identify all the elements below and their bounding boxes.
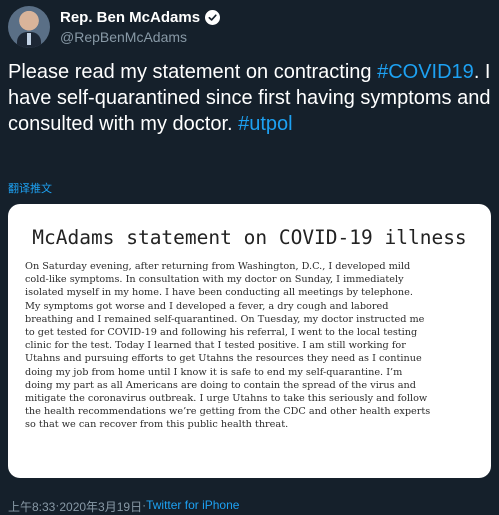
tweet-header: Rep. Ben McAdams @RepBenMcAdams bbox=[8, 6, 488, 50]
statement-line: doing my part as all Americans are doing… bbox=[25, 379, 416, 391]
statement-line: the health recommendations we’re getting… bbox=[25, 406, 431, 418]
hashtag-utpol-link[interactable]: #utpol bbox=[238, 113, 293, 135]
statement-line: breathing and I remained self-quarantine… bbox=[25, 313, 425, 325]
statement-body: On Saturday evening, after returning fro… bbox=[25, 260, 477, 431]
author-name-row[interactable]: Rep. Ben McAdams bbox=[60, 9, 221, 26]
tweet-text: Please read my statement on contracting … bbox=[8, 59, 493, 137]
tweet-date-link[interactable]: 2020年3月19日 bbox=[59, 498, 142, 515]
avatar[interactable] bbox=[8, 6, 50, 48]
statement-image[interactable]: McAdams statement on COVID-19 illness On… bbox=[8, 204, 491, 478]
statement-line: isolated myself in my home. I have been … bbox=[25, 287, 413, 299]
statement-line: so that we can recover from this public … bbox=[25, 419, 289, 431]
statement-line: to get tested for COVID-19 and following… bbox=[25, 326, 418, 338]
author-handle[interactable]: @RepBenMcAdams bbox=[60, 29, 187, 45]
tweet-text-part: Please read my statement on contracting bbox=[8, 61, 378, 83]
statement-title: McAdams statement on COVID-19 illness bbox=[32, 226, 467, 249]
statement-line: mitigate the coronavirus outbreak. I urg… bbox=[25, 392, 428, 404]
tweet-time-link[interactable]: 上午8:33 bbox=[8, 498, 55, 515]
tweet-meta: 上午8:33 · 2020年3月19日 · Twitter for iPhone bbox=[8, 498, 239, 515]
verified-badge-icon bbox=[205, 10, 221, 25]
translate-tweet-link[interactable]: 翻译推文 bbox=[8, 180, 52, 196]
hashtag-covid19-link[interactable]: #COVID19 bbox=[377, 61, 474, 83]
tweet-source-link[interactable]: Twitter for iPhone bbox=[146, 498, 239, 515]
display-name[interactable]: Rep. Ben McAdams bbox=[60, 9, 200, 26]
statement-line: clinic for the test. Today I learned tha… bbox=[25, 340, 406, 352]
statement-line: doing my job from home until I know it i… bbox=[25, 366, 403, 378]
statement-line: cold-like symptoms. In consultation with… bbox=[25, 274, 404, 286]
statement-line: My symptoms got worse and I developed a … bbox=[25, 300, 389, 312]
statement-line: On Saturday evening, after returning fro… bbox=[25, 261, 411, 272]
statement-line: Utahns and pursuing efforts to get Utahn… bbox=[25, 353, 422, 365]
